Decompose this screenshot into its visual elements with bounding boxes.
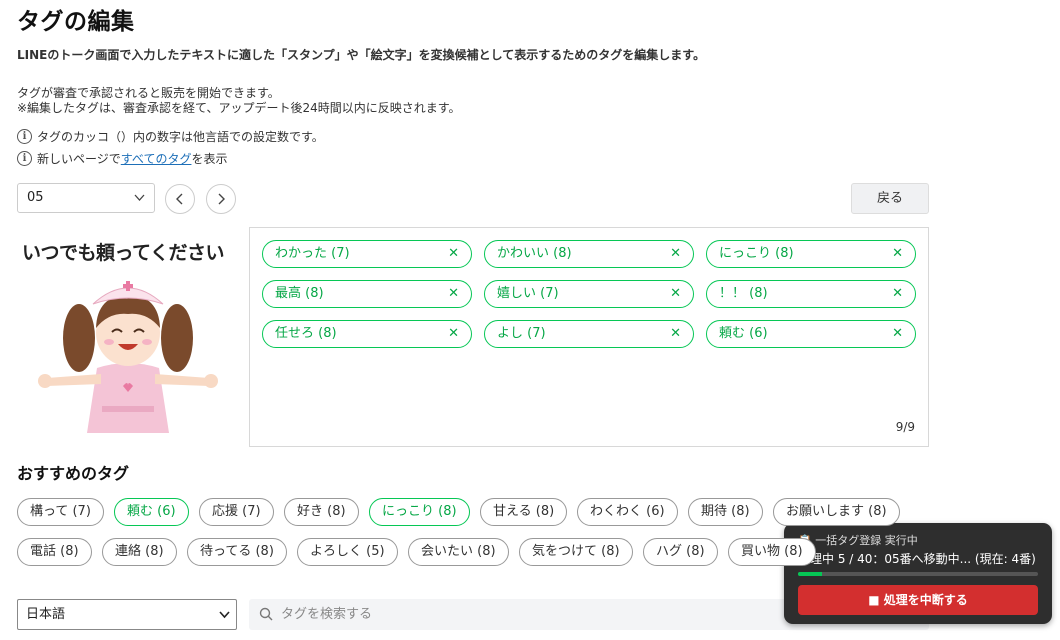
selected-tag-label: 最高 (8) — [275, 286, 324, 301]
selected-tag: 最高 (8) ✕ — [262, 280, 472, 308]
remove-tag-icon[interactable]: ✕ — [670, 241, 681, 267]
remove-tag-icon[interactable]: ✕ — [892, 281, 903, 307]
selected-tag: かわいい (8) ✕ — [484, 240, 694, 268]
selected-tag: 頼む (6) ✕ — [706, 320, 916, 348]
recommended-tag[interactable]: 買い物 (8) — [728, 538, 816, 566]
info-row-count: i タグのカッコ（）内の数字は他言語での設定数です。 — [17, 128, 324, 145]
stop-processing-button[interactable]: ■ 処理を中断する — [798, 585, 1038, 615]
recommended-tag[interactable]: 好き (8) — [284, 498, 359, 526]
selected-tag-count: 9/9 — [895, 420, 915, 434]
language-select-value: 日本語 — [26, 607, 66, 622]
selected-tag-label: 任せろ (8) — [275, 326, 337, 341]
recommended-tag[interactable]: 甘える (8) — [480, 498, 568, 526]
recommended-tag[interactable]: お願いします (8) — [773, 498, 900, 526]
recommended-tag[interactable]: にっこり (8) — [369, 498, 470, 526]
recommended-tag[interactable]: 応援 (7) — [199, 498, 274, 526]
selected-tag: わかった (7) ✕ — [262, 240, 472, 268]
search-placeholder: タグを検索する — [281, 607, 373, 622]
back-button[interactable]: 戻る — [851, 183, 929, 214]
chevron-down-icon — [219, 600, 230, 640]
chevron-left-icon — [176, 193, 183, 205]
recommended-tag[interactable]: 待ってる (8) — [187, 538, 287, 566]
next-sticker-button[interactable] — [206, 184, 236, 214]
toast-title: 📋 一括タグ登録 実行中 — [798, 534, 918, 547]
remove-tag-icon[interactable]: ✕ — [448, 241, 459, 267]
remove-tag-icon[interactable]: ✕ — [448, 281, 459, 307]
recommended-tag[interactable]: 構って (7) — [17, 498, 104, 526]
selected-tag: よし (7) ✕ — [484, 320, 694, 348]
selected-tag-label: ！！ (8) — [719, 286, 768, 301]
toast-progress-fill — [798, 572, 822, 576]
prev-sticker-button[interactable] — [165, 184, 195, 214]
selected-tag: にっこり (8) ✕ — [706, 240, 916, 268]
remove-tag-icon[interactable]: ✕ — [448, 321, 459, 347]
page-title: タグの編集 — [17, 9, 135, 35]
info-icon: i — [17, 129, 32, 144]
recommended-tag[interactable]: よろしく (5) — [297, 538, 398, 566]
recommended-tag[interactable]: 頼む (6) — [114, 498, 189, 526]
toast-status: 処理中 5 / 40：05番へ移動中... (現在: 4番) — [798, 552, 1036, 566]
selected-tag: ！！ (8) ✕ — [706, 280, 916, 308]
recommended-tag[interactable]: 連絡 (8) — [102, 538, 177, 566]
recommended-tag[interactable]: わくわく (6) — [577, 498, 678, 526]
selected-tag-label: よし (7) — [497, 326, 546, 341]
language-select[interactable]: 日本語 — [17, 599, 237, 630]
bulk-register-toast: 📋 一括タグ登録 実行中 処理中 5 / 40：05番へ移動中... (現在: … — [784, 523, 1052, 624]
info-row-all-tags: i 新しいページで すべてのタグ を表示 — [17, 150, 227, 167]
recommended-tag[interactable]: 会いたい (8) — [408, 538, 509, 566]
update-note: ※編集したタグは、審査承認を経て、アップデート後24時間以内に反映されます。 — [17, 101, 461, 115]
selected-tag: 嬉しい (7) ✕ — [484, 280, 694, 308]
remove-tag-icon[interactable]: ✕ — [670, 321, 681, 347]
selected-tag-label: 嬉しい (7) — [497, 286, 559, 301]
sticker-select[interactable]: 05 — [17, 183, 155, 213]
page-description: LINEのトーク画面で入力したテキストに適した「スタンプ」や「絵文字」を変換候補… — [17, 48, 706, 62]
selected-tag-label: わかった (7) — [275, 246, 350, 261]
search-icon — [259, 607, 273, 621]
sticker-select-value: 05 — [27, 190, 44, 205]
selected-tag-label: 頼む (6) — [719, 326, 768, 341]
selected-tag-label: かわいい (8) — [497, 246, 572, 261]
recommended-tag[interactable]: 電話 (8) — [17, 538, 92, 566]
recommended-tag[interactable]: 期待 (8) — [688, 498, 763, 526]
recommended-tag[interactable]: 気をつけて (8) — [519, 538, 633, 566]
recommended-tag[interactable]: ハグ (8) — [643, 538, 718, 566]
recommended-tags-title: おすすめのタグ — [17, 464, 130, 483]
remove-tag-icon[interactable]: ✕ — [892, 321, 903, 347]
sticker-caption: いつでも頼ってください — [22, 242, 224, 264]
toast-progress-bar — [798, 572, 1038, 576]
chevron-right-icon — [218, 193, 225, 205]
info-count-text: タグのカッコ（）内の数字は他言語での設定数です。 — [37, 130, 324, 144]
selected-tag: 任せろ (8) ✕ — [262, 320, 472, 348]
info-prefix: 新しいページで — [37, 152, 121, 166]
all-tags-link[interactable]: すべてのタグ — [121, 150, 192, 167]
selected-tag-label: にっこり (8) — [719, 246, 794, 261]
remove-tag-icon[interactable]: ✕ — [670, 281, 681, 307]
info-suffix: を表示 — [191, 152, 228, 166]
chevron-down-icon — [134, 184, 145, 223]
info-icon: i — [17, 151, 32, 166]
remove-tag-icon[interactable]: ✕ — [892, 241, 903, 267]
selected-tags-panel: わかった (7) ✕ かわいい (8) ✕ にっこり (8) ✕ 最高 (8) ✕ 嬉しい (7… — [249, 227, 929, 447]
